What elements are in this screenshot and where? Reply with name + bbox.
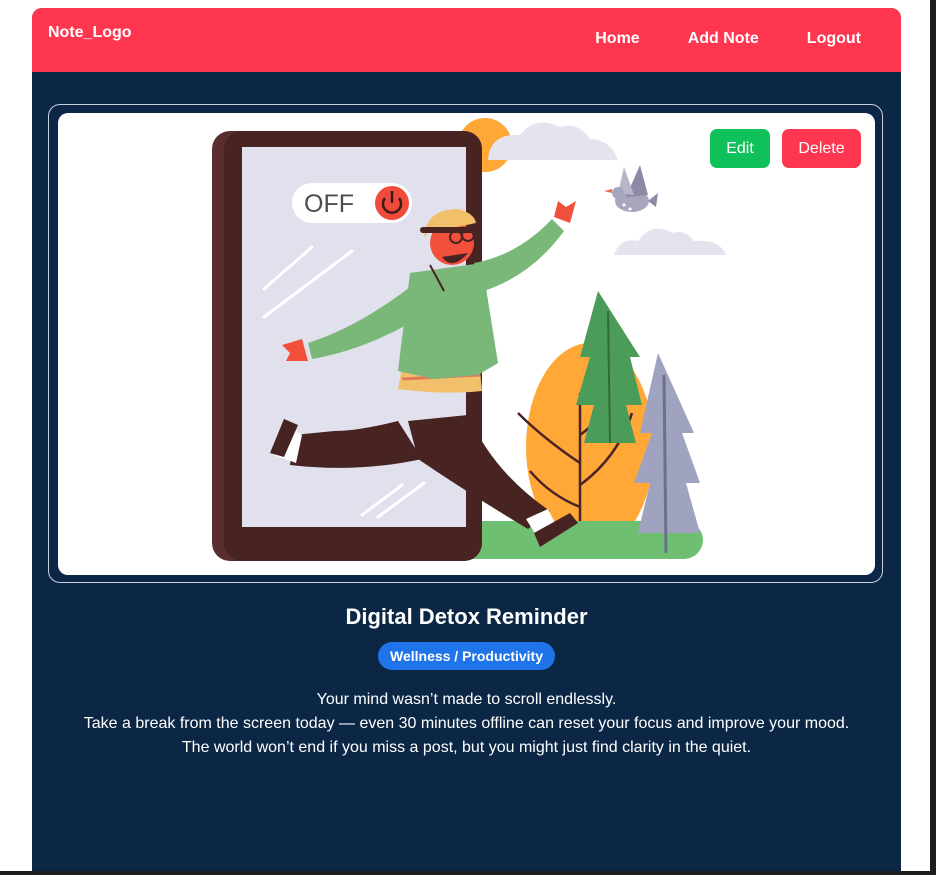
nav-link-add-note[interactable]: Add Note xyxy=(688,30,759,48)
nav-links: Home Add Note Logout xyxy=(595,30,861,48)
note-app: Note_Logo Home Add Note Logout OFF Edit … xyxy=(32,8,901,871)
cloud-icon xyxy=(488,122,618,160)
window-frame-bottom xyxy=(0,871,936,875)
badge-row: Wellness / Productivity xyxy=(32,642,901,670)
nav-link-home[interactable]: Home xyxy=(595,30,639,48)
edit-button[interactable]: Edit xyxy=(710,129,770,168)
navbar: Note_Logo Home Add Note Logout xyxy=(32,8,901,72)
note-image: OFF Edit Delete xyxy=(58,113,875,575)
window-frame-right xyxy=(930,0,936,875)
delete-button[interactable]: Delete xyxy=(782,129,861,168)
bird-icon xyxy=(604,165,658,212)
note-body-line: Take a break from the screen today — eve… xyxy=(83,715,850,732)
category-badge: Wellness / Productivity xyxy=(377,642,555,670)
svg-text:OFF: OFF xyxy=(304,190,354,218)
note-card: OFF Edit Delete xyxy=(48,104,883,583)
note-body: Your mind wasn’t made to scroll endlessl… xyxy=(32,688,901,760)
note-title: Digital Detox Reminder xyxy=(345,604,588,629)
note-body-line: Your mind wasn’t made to scroll endlessl… xyxy=(316,691,617,708)
cloud-icon xyxy=(614,228,726,255)
toggle-off: OFF xyxy=(292,183,412,223)
power-icon xyxy=(375,186,409,220)
nav-link-logout[interactable]: Logout xyxy=(807,30,861,48)
note-body-line: The world won’t end if you miss a post, … xyxy=(181,739,752,756)
digital-detox-illustration: OFF xyxy=(212,118,726,561)
logo[interactable]: Note_Logo xyxy=(48,24,132,42)
